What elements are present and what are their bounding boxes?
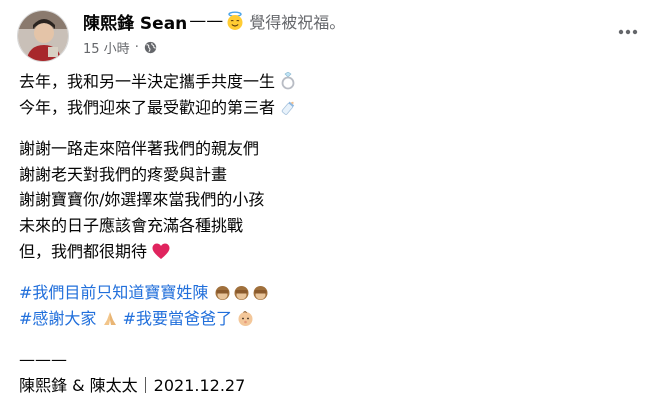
post-line: 謝謝寶寶你/妳選擇來當我們的小孩: [19, 190, 265, 210]
text-divider: ———: [19, 350, 67, 370]
post-body: 去年，我和另一半決定攜手共度一生 今年，我們迎來了最受歡迎的第三者 謝謝一路走來…: [19, 69, 619, 399]
post-line: 但，我們都很期待: [19, 239, 619, 265]
feeling-text: 覺得被祝福。: [249, 13, 346, 32]
post-line: 今年，我們迎來了最受歡迎的第三者: [19, 95, 619, 121]
post-line: 未來的日子應該會充滿各種挑戰: [19, 215, 244, 235]
facebook-post: 陳熙鋒 Sean —— 覺得被祝福。 15 小時 · 去年，我和另一半決定攜手共…: [0, 0, 650, 410]
ring-icon: [280, 71, 296, 98]
post-text: 但，我們都很期待: [19, 241, 148, 261]
hashtag-link[interactable]: #我們目前只知道寶寶姓陳: [19, 283, 208, 302]
post-signature: 陳熙鋒 & 陳太太｜2021.12.27: [19, 375, 246, 395]
baby-bottle-icon: [280, 98, 298, 124]
author-name[interactable]: 陳熙鋒 Sean: [83, 9, 187, 34]
hashtag-link[interactable]: #我要當爸爸了: [123, 309, 232, 328]
post-meta: 15 小時 ·: [83, 38, 157, 57]
hashtag-link[interactable]: #感謝大家: [19, 309, 96, 328]
post-text: 去年，我和另一半決定攜手共度一生: [19, 72, 276, 91]
more-options-icon[interactable]: [614, 20, 642, 44]
folded-hands-icon: [102, 309, 118, 335]
post-text: 今年，我們迎來了最受歡迎的第三者: [19, 97, 276, 117]
post-header: 陳熙鋒 Sean —— 覺得被祝福。: [83, 8, 345, 34]
post-timestamp[interactable]: 15 小時: [83, 38, 130, 57]
meta-separator: ·: [134, 40, 139, 55]
post-line: 謝謝老天對我們的疼愛與計畫: [19, 164, 228, 184]
post-line: #我們目前只知道寶寶姓陳: [19, 280, 619, 306]
baby-icon: [237, 309, 254, 335]
red-heart-icon: [152, 242, 170, 268]
feeling-dash: ——: [189, 11, 224, 31]
post-line: #感謝大家 #我要當爸爸了: [19, 306, 619, 332]
see-no-evil-monkey-icon: [214, 283, 270, 309]
globe-icon[interactable]: [144, 41, 157, 54]
innocent-face-icon: [225, 11, 245, 31]
avatar[interactable]: [17, 10, 69, 62]
post-line: 謝謝一路走來陪伴著我們的親友們: [19, 139, 260, 159]
post-line: 去年，我和另一半決定攜手共度一生: [19, 69, 619, 95]
